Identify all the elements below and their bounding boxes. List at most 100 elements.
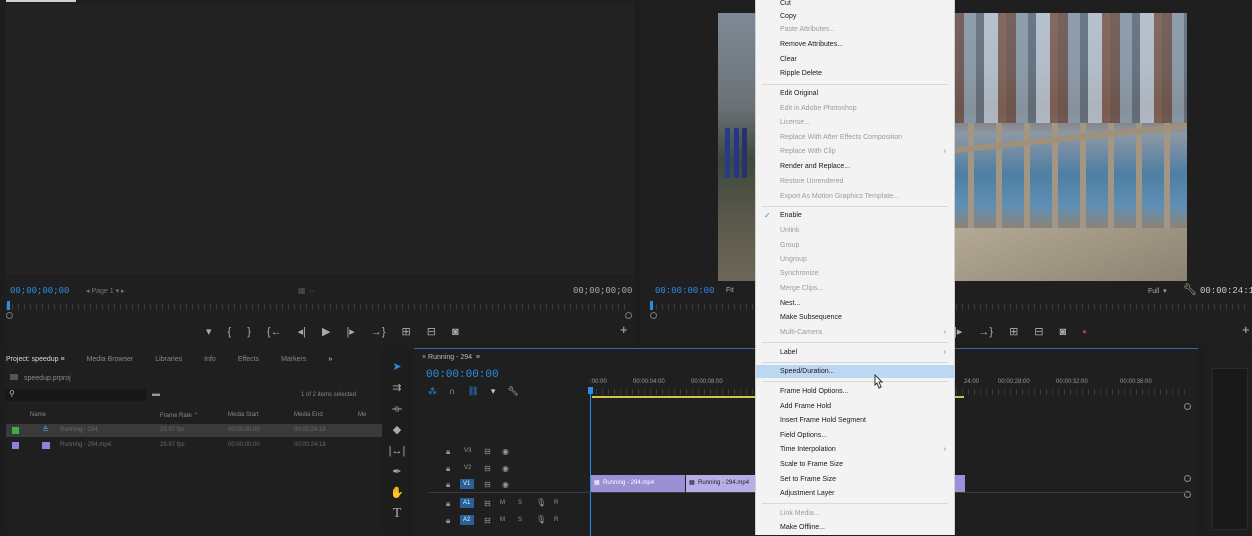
track-name[interactable]: V3 [464,448,471,454]
snap-icon[interactable]: ∩ [449,386,455,397]
track-select-tool-icon[interactable]: ⇉ [388,379,406,397]
program-add-button[interactable]: + [1242,322,1250,337]
menu-item-cut[interactable]: Cut [756,0,954,10]
mute-button[interactable]: M [500,517,505,523]
menu-item-edit-original[interactable]: Edit Original [756,87,954,100]
add-marker-icon[interactable]: ▾ [206,325,212,338]
timeline-settings-icon[interactable]: 🔧︎ [507,386,518,397]
track-name[interactable]: A1 [463,500,470,506]
record-track-button[interactable]: R [554,500,558,506]
timeline-timecode[interactable]: 00:00:00:00 [426,369,499,381]
lock-icon[interactable]: 🔒︎ [446,447,450,457]
menu-item-group[interactable]: Group [756,239,954,252]
linked-selection-icon[interactable]: ⛓︎ [467,386,478,397]
col-frame-rate[interactable]: Frame Rate ⌃ [160,412,198,419]
quality-dropdown[interactable]: Full ▾ [1148,287,1167,295]
pen-tool-icon[interactable]: ✒ [388,463,406,481]
menu-item-merge-clips[interactable]: Merge Clips... [756,282,954,295]
menu-item-speed-duration[interactable]: Speed/Duration... [756,365,954,378]
step-back-icon[interactable]: ◂| [298,325,306,338]
go-to-in-icon[interactable]: {← [267,326,282,338]
col-media-start[interactable]: Media Start [228,412,259,418]
track-name[interactable]: V2 [464,465,471,471]
type-tool-icon[interactable]: T [388,505,406,523]
tab-info[interactable]: Info [204,356,216,363]
menu-item-make-subsequence[interactable]: Make Subsequence [756,311,954,324]
menu-item-label[interactable]: Label › [756,346,954,359]
menu-item-multi-camera[interactable]: Multi-Camera › [756,326,954,339]
lift-icon[interactable]: ⊞ [1009,325,1018,338]
menu-item-render-and-replace[interactable]: Render and Replace... [756,160,954,173]
sync-lock-icon[interactable]: ⊟ [484,499,491,508]
table-row[interactable]: ≛ Running - 294 29.97 fps 00:00:00:00 00… [6,424,382,437]
col-media-end[interactable]: Media End [294,412,323,418]
menu-item-field-options[interactable]: Field Options... [756,429,954,442]
prog-step-forward-icon[interactable]: |▸ [954,325,962,338]
menu-item-copy[interactable]: Copy [756,10,954,23]
menu-item-restore-unrendered[interactable]: Restore Unrendered [756,175,954,188]
menu-item-clear[interactable]: Clear [756,53,954,66]
prog-export-frame-icon[interactable]: ◙ [1060,326,1067,338]
microphone-icon[interactable]: 🎙︎ [536,498,546,507]
selection-tool-icon[interactable]: ➤ [388,358,406,376]
track-name[interactable]: A2 [463,517,470,523]
fit-dropdown[interactable]: Fit [726,287,734,294]
timeline-scroll-circle-icon[interactable] [1184,403,1191,410]
export-frame-icon[interactable]: ◙ [452,326,459,338]
timeline-scroll-circle-icon[interactable] [1184,475,1191,482]
lock-icon[interactable]: 🔒︎ [446,480,450,490]
lock-icon[interactable]: 🔒︎ [446,516,450,526]
menu-item-enable[interactable]: ✓ Enable [756,209,954,222]
timeline-playhead[interactable] [590,387,591,536]
timeline-clip[interactable]: ▦ Running - 294.mp4 [686,475,756,492]
solo-button[interactable]: S [518,500,522,506]
tab-markers[interactable]: Markers [281,356,306,363]
mute-button[interactable]: M [500,500,505,506]
sync-lock-icon[interactable]: ⊟ [484,447,491,456]
timeline-clip[interactable]: ▦ Running - 294.mp4 [591,475,685,492]
col-name[interactable]: Name [30,412,46,418]
menu-item-make-offline[interactable]: Make Offline... [756,521,954,534]
menu-item-license[interactable]: License... [756,116,954,129]
timeline-clip-tail[interactable] [954,475,965,492]
slip-tool-icon[interactable]: |↔| [388,442,406,460]
razor-tool-icon[interactable]: ◆ [388,421,406,439]
menu-item-replace-with-ae-comp[interactable]: Replace With After Effects Composition [756,131,954,144]
source-add-button[interactable]: + [620,322,628,337]
sync-lock-icon[interactable]: ⊟ [484,464,491,473]
eye-icon[interactable]: ◉ [502,464,509,473]
step-forward-icon[interactable]: |▸ [346,325,354,338]
microphone-icon[interactable]: 🎙︎ [536,515,546,524]
source-ruler[interactable] [6,304,626,310]
menu-item-replace-with-clip[interactable]: Replace With Clip › [756,145,954,158]
timeline-playhead-handle[interactable] [588,387,593,394]
label-color-swatch[interactable] [12,427,19,434]
program-playhead[interactable] [650,301,653,310]
solo-button[interactable]: S [518,517,522,523]
menu-item-adjustment-layer[interactable]: Adjustment Layer [756,487,954,500]
project-search-input[interactable]: ⚲ [6,389,146,401]
menu-item-add-frame-hold[interactable]: Add Frame Hold [756,400,954,413]
insert-icon[interactable]: ⊞ [402,325,411,338]
menu-item-export-mogrt[interactable]: Export As Motion Graphics Template... [756,190,954,203]
mark-out-icon[interactable]: } [247,326,251,338]
overwrite-icon[interactable]: ⊟ [427,325,436,338]
wrench-icon[interactable]: 🔧︎ [1183,283,1197,296]
eye-icon[interactable]: ◉ [502,447,509,456]
go-to-out-icon[interactable]: →} [371,326,386,338]
menu-item-frame-hold-options[interactable]: Frame Hold Options... [756,385,954,398]
more-tabs-icon[interactable]: » [328,356,332,363]
menu-item-unlink[interactable]: Unlink [756,224,954,237]
menu-item-remove-attributes[interactable]: Remove Attributes... [756,38,954,51]
page-selector[interactable]: ◂ Page 1 ▾ ▸ [86,287,125,295]
table-row[interactable]: Running - 294.mp4 29.97 fps 00:00:00:00 … [6,439,382,452]
menu-item-insert-frame-hold-segment[interactable]: Insert Frame Hold Segment [756,414,954,427]
prog-go-to-out-icon[interactable]: →} [978,326,993,338]
sync-lock-icon[interactable]: ⊟ [484,516,491,525]
add-marker-icon[interactable]: ▾ [491,386,496,397]
col-more[interactable]: Me [358,412,366,418]
source-timecode-in[interactable]: 00;00;00;00 [10,286,69,296]
eye-icon[interactable]: ◉ [502,480,509,489]
menu-item-time-interpolation[interactable]: Time Interpolation › [756,443,954,456]
source-drag-icon[interactable]: ▦ ⇔ [298,286,316,295]
